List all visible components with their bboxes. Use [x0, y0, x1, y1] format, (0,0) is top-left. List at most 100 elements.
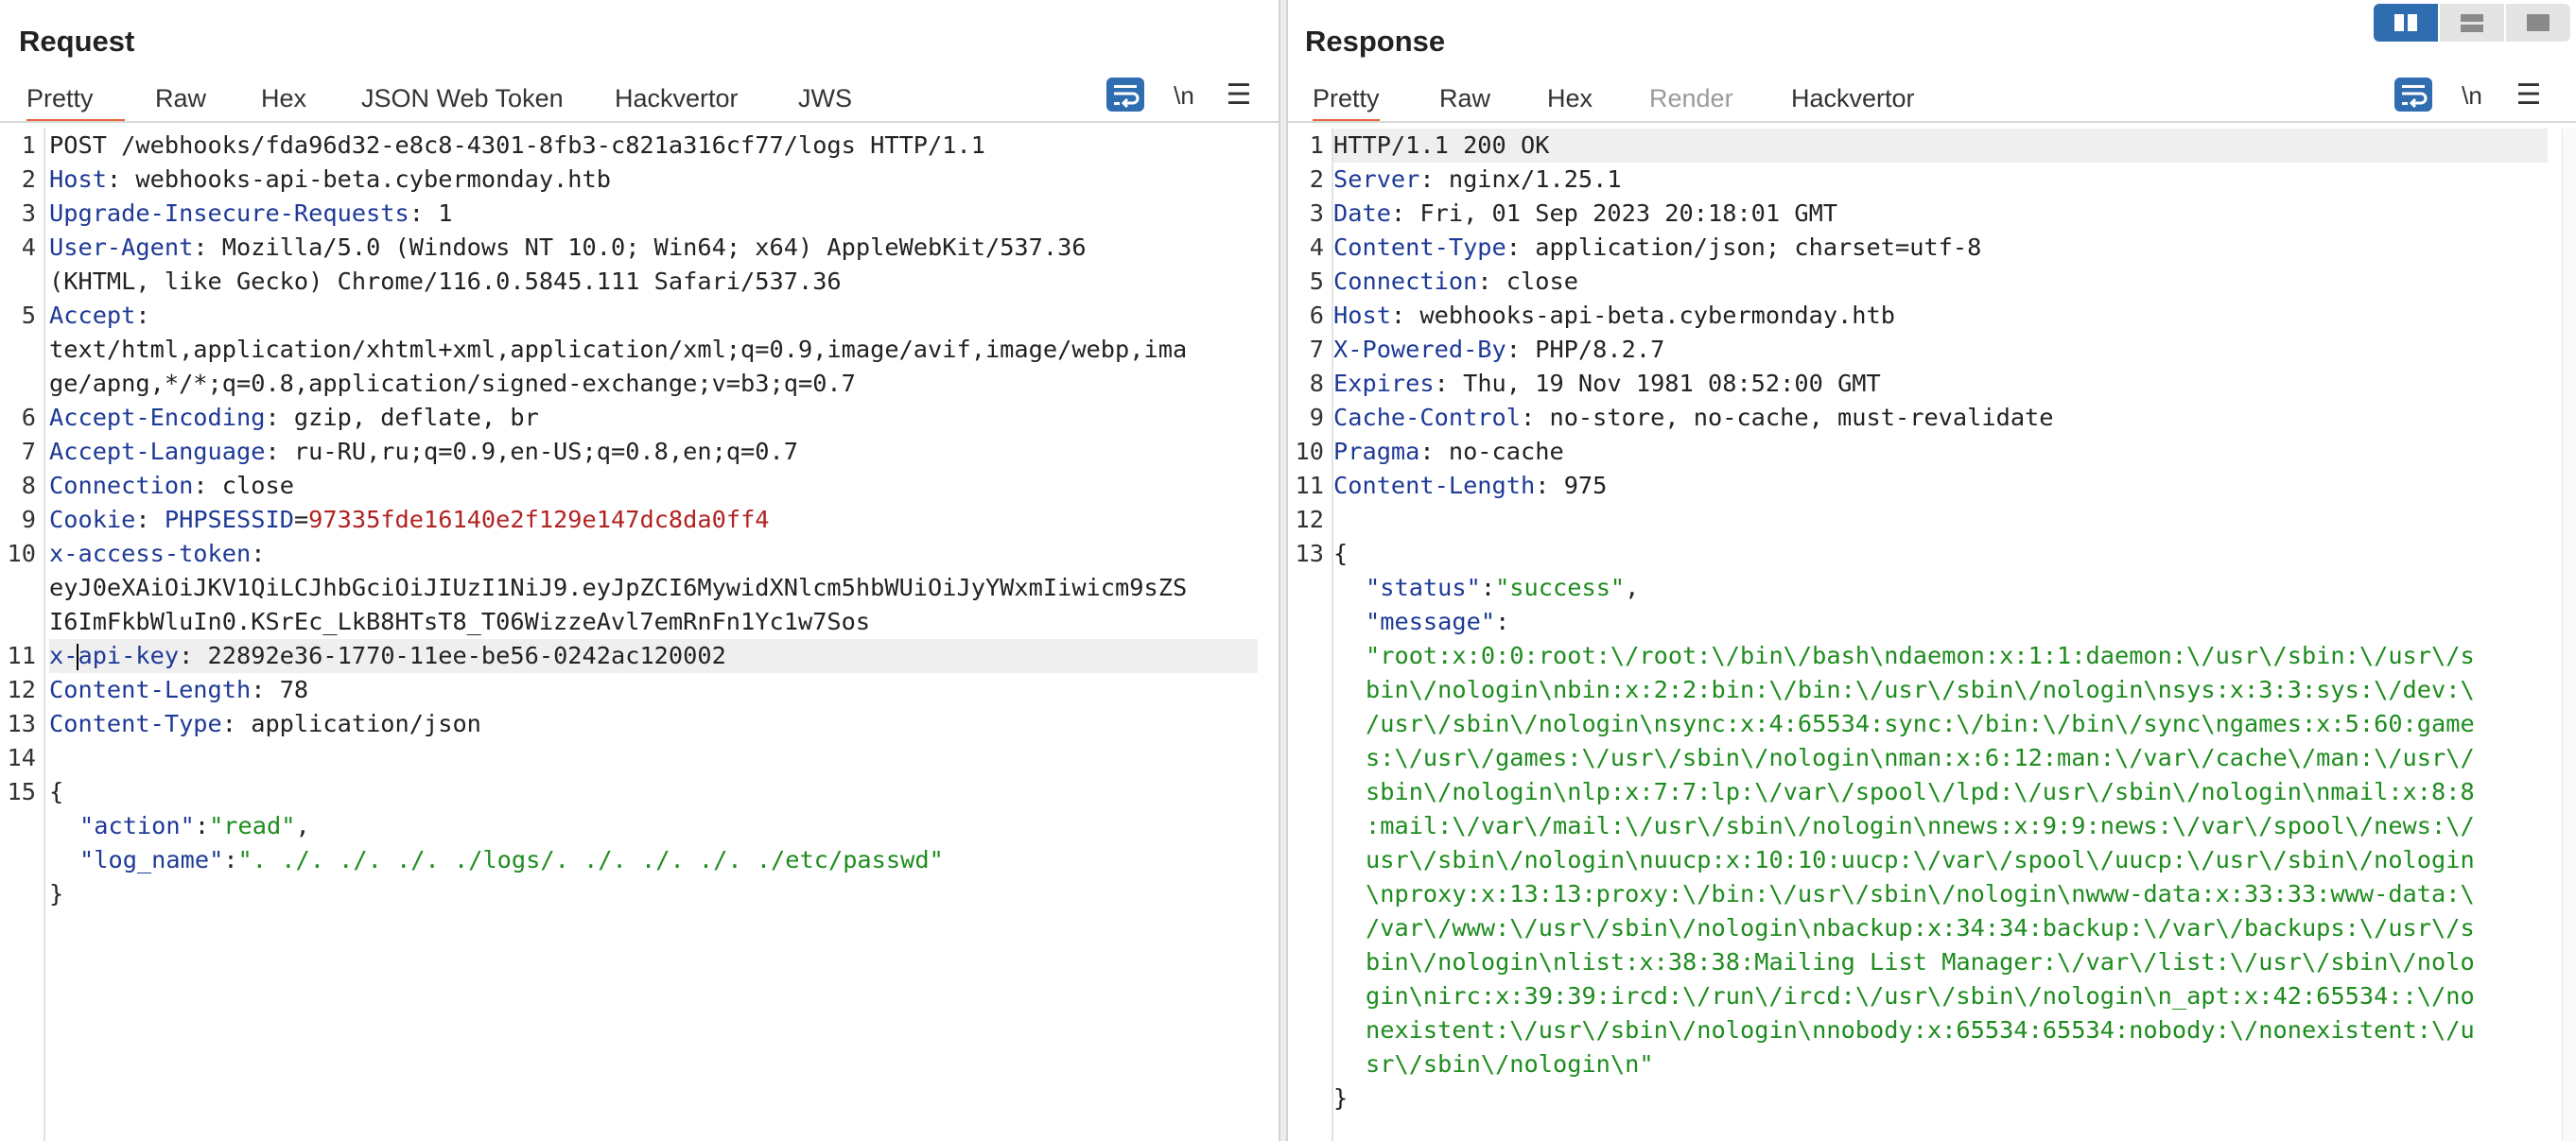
- header-name: Pragma: [1333, 438, 1420, 465]
- header-name: Connection: [49, 472, 194, 499]
- line-number: 6: [1309, 302, 1324, 329]
- tab-hackvertor[interactable]: Hackvertor: [615, 78, 739, 119]
- header-name: Date: [1333, 199, 1391, 227]
- tab-jws[interactable]: JWS: [798, 78, 852, 119]
- header-name: x-: [49, 642, 78, 669]
- vertical-scrollbar[interactable]: [2562, 129, 2576, 1141]
- tab-pretty[interactable]: Pretty: [1313, 78, 1380, 123]
- line-number: 11: [7, 642, 36, 669]
- json-key: "status": [1366, 574, 1481, 601]
- line-gutter: 1 2 3 4 5 6 7 8 9 10 11 12 13 14 15: [0, 129, 45, 1141]
- tab-hex[interactable]: Hex: [1547, 78, 1593, 119]
- header-value: : ru-RU,ru;q=0.9,en-US;q=0.8,en;q=0.7: [265, 438, 798, 465]
- json-open-brace: {: [49, 778, 64, 805]
- header-connection: Connection: close: [1333, 265, 1578, 299]
- line-number: 2: [1309, 165, 1324, 193]
- header-value: : close: [193, 472, 294, 499]
- header-api-key: x-api-key: 22892e36-1770-11ee-be56-0242a…: [49, 639, 1258, 673]
- header-name: Upgrade-Insecure-Requests: [49, 199, 409, 227]
- header-value: : webhooks-api-beta.cybermonday.htb: [1390, 302, 1895, 329]
- wrap-lines-button[interactable]: [2394, 78, 2432, 112]
- json-comma: ,: [295, 812, 310, 839]
- cookie-value: 97335fde16140e2f129e147dc8da0ff4: [308, 506, 770, 533]
- header-name: x-access-token: [49, 540, 252, 567]
- header-access-token: x-access-token:: [49, 537, 265, 571]
- hamburger-menu-icon[interactable]: ☰: [1220, 78, 1258, 113]
- header-value: : Fri, 01 Sep 2023 20:18:01 GMT: [1390, 199, 1838, 227]
- wrap-lines-icon: [1114, 85, 1140, 109]
- header-name: Content-Type: [49, 710, 222, 737]
- single-pane-button[interactable]: [2506, 4, 2570, 42]
- line-number: 7: [21, 438, 36, 465]
- status-line: HTTP/1.1 200 OK: [1333, 129, 2548, 163]
- json-message: "message":: [1366, 605, 1509, 639]
- header-connection: Connection: close: [49, 469, 294, 503]
- header-server: Server: nginx/1.25.1: [1333, 163, 1622, 197]
- request-title: Request: [19, 25, 135, 58]
- json-comma: ,: [1625, 574, 1640, 601]
- json-log-name: "log_name":". ./. ./. ./. ./logs/. ./. .…: [79, 843, 944, 877]
- request-pane: Request Pretty Raw Hex JSON Web Token Ha…: [0, 0, 1279, 1141]
- split-vertical-icon: [2461, 14, 2483, 32]
- split-horizontal-button[interactable]: [2374, 4, 2438, 42]
- json-message-value-line: s:\/usr\/games:\/usr\/sbin\/nologin\nman…: [1366, 744, 2475, 771]
- show-newlines-button[interactable]: \n: [2453, 78, 2491, 113]
- header-value: : PHP/8.2.7: [1506, 336, 1665, 363]
- split-vertical-button[interactable]: [2440, 4, 2504, 42]
- request-editor[interactable]: 1 2 3 4 5 6 7 8 9 10 11 12 13 14 15 POST…: [0, 129, 1279, 1141]
- line-number: 7: [1309, 336, 1324, 363]
- tab-render[interactable]: Render: [1649, 78, 1733, 119]
- header-name: Content-Length: [1333, 472, 1536, 499]
- header-host: Host: webhooks-api-beta.cybermonday.htb: [49, 163, 611, 197]
- header-sep: :: [135, 506, 165, 533]
- tab-hex[interactable]: Hex: [261, 78, 306, 119]
- json-close-brace: }: [49, 880, 64, 908]
- header-date: Date: Fri, 01 Sep 2023 20:18:01 GMT: [1333, 197, 1837, 231]
- header-value: : application/json: [221, 710, 481, 737]
- json-message-value-line: "root:x:0:0:root:\/root:\/bin\/bash\ndae…: [1366, 642, 2475, 669]
- header-content-length: Content-Length: 975: [1333, 469, 1607, 503]
- response-editor[interactable]: 1 2 3 4 5 6 7 8 9 10 11 12 13 HTTP/1.1 2…: [1288, 129, 2576, 1141]
- tab-raw[interactable]: Raw: [155, 78, 206, 119]
- line-number: 13: [1295, 540, 1324, 567]
- header-name: Content-Length: [49, 676, 252, 703]
- header-value: : no-store, no-cache, must-revalidate: [1521, 404, 2054, 431]
- split-horizontal-icon: [2394, 14, 2417, 31]
- wrap-lines-button[interactable]: [1106, 78, 1144, 112]
- json-message-value-line: usr\/sbin\/nologin\nuucp:x:10:10:uucp:\/…: [1366, 846, 2475, 873]
- show-newlines-button[interactable]: \n: [1165, 78, 1203, 113]
- cookie-name: PHPSESSID: [164, 506, 294, 533]
- header-value: : Thu, 19 Nov 1981 08:52:00 GMT: [1434, 370, 1881, 397]
- tab-json-web-token[interactable]: JSON Web Token: [361, 78, 564, 119]
- header-content-type: Content-Type: application/json; charset=…: [1333, 231, 1981, 265]
- json-value: "read": [209, 812, 296, 839]
- line-number: 10: [1295, 438, 1324, 465]
- request-tabs: Pretty Raw Hex JSON Web Token Hackvertor…: [0, 78, 1279, 123]
- header-accept: Accept:: [49, 299, 150, 333]
- header-value: : nginx/1.25.1: [1419, 165, 1622, 193]
- response-title: Response: [1305, 25, 1446, 58]
- header-name: Host: [49, 165, 107, 193]
- json-value: "success": [1495, 574, 1626, 601]
- pane-splitter[interactable]: [1279, 0, 1288, 1141]
- header-name: Accept-Encoding: [49, 404, 266, 431]
- json-status: "status":"success",: [1366, 571, 1639, 605]
- tab-hackvertor[interactable]: Hackvertor: [1791, 78, 1915, 119]
- wrap-lines-icon: [2402, 85, 2428, 109]
- header-name: Cookie: [49, 506, 136, 533]
- line-number: 14: [7, 744, 36, 771]
- json-message-value-line: bin\/nologin\nlist:x:38:38:Mailing List …: [1366, 948, 2475, 976]
- json-message-value-line: /var\/www:\/usr\/sbin\/nologin\nbackup:x…: [1366, 914, 2475, 942]
- line-number: 6: [21, 404, 36, 431]
- header-name: User-Agent: [49, 233, 194, 261]
- header-value: : close: [1477, 268, 1578, 295]
- json-message-value-line: /usr\/sbin\/nologin\nsync:x:4:65534:sync…: [1366, 710, 2475, 737]
- header-value: : Mozilla/5.0 (Windows NT 10.0; Win64; x…: [193, 233, 1087, 261]
- tab-pretty[interactable]: Pretty: [26, 78, 94, 123]
- line-number: 3: [1309, 199, 1324, 227]
- hamburger-menu-icon[interactable]: ☰: [2510, 78, 2548, 113]
- header-name-rest: api-key: [78, 642, 180, 669]
- header-continuation: text/html,application/xhtml+xml,applicat…: [49, 336, 1188, 363]
- tab-raw[interactable]: Raw: [1439, 78, 1490, 119]
- header-name: Accept-Language: [49, 438, 266, 465]
